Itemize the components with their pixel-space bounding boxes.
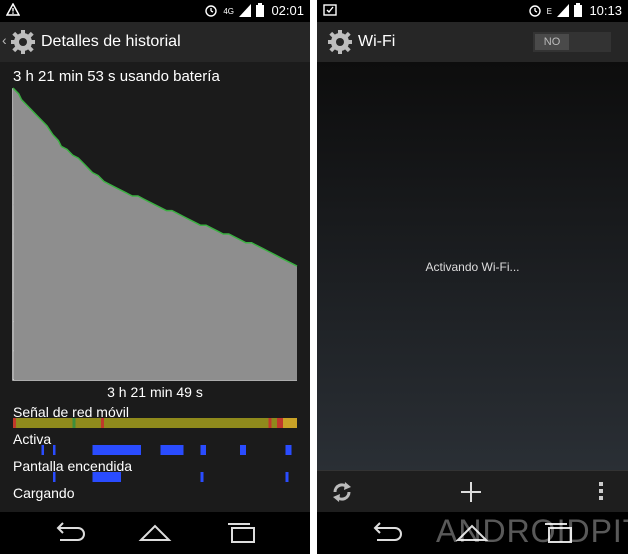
battery-usage-summary: 3 h 21 min 53 s usando batería (13, 68, 220, 85)
watermark-logo: ANDROIDPIT (436, 513, 628, 549)
wifi-bottom-toolbar (317, 470, 628, 512)
page-title: Detalles de historial (41, 33, 181, 50)
settings-gear-icon[interactable] (327, 29, 353, 55)
battery-chart (12, 87, 298, 381)
settings-gear-icon[interactable] (10, 29, 36, 55)
action-bar: Wi-Fi NO (317, 22, 628, 62)
action-bar: ‹ Detalles de historial (0, 22, 310, 62)
screen-on-bar (13, 472, 297, 482)
status-time: 02:01 (271, 3, 304, 18)
warning-icon (5, 2, 21, 19)
wifi-content: Activando Wi-Fi... (317, 62, 628, 470)
task-check-icon (323, 3, 337, 19)
wifi-toggle[interactable]: NO (533, 32, 611, 52)
wifi-toggle-label: NO (535, 34, 569, 50)
battery-icon (574, 3, 582, 20)
scan-refresh-icon[interactable] (329, 479, 355, 505)
battery-icon (256, 3, 264, 20)
back-chevron-icon[interactable]: ‹ (2, 32, 7, 48)
navigation-bar (0, 512, 310, 554)
charging-label: Cargando (13, 485, 75, 501)
network-type-label: E (546, 7, 552, 16)
alarm-icon (528, 3, 542, 20)
back-icon[interactable] (48, 520, 88, 546)
right-phone-screen: E 10:13 Wi-Fi NO Activando Wi-Fi... (317, 0, 628, 554)
chart-caption: 3 h 21 min 49 s (107, 384, 203, 400)
left-phone-screen: 4G 02:01 ‹ Detalles de historial 3 h 21 … (0, 0, 310, 554)
add-network-icon[interactable] (459, 480, 483, 504)
mobile-signal-bar (13, 418, 297, 428)
alarm-icon (204, 3, 218, 20)
recents-icon[interactable] (222, 520, 262, 546)
overflow-menu-icon[interactable] (598, 481, 604, 501)
status-bar: E 10:13 (317, 0, 628, 22)
wifi-status-message: Activando Wi-Fi... (425, 260, 520, 274)
home-icon[interactable] (135, 520, 175, 546)
status-bar: 4G 02:01 (0, 0, 310, 22)
signal-icon (557, 3, 569, 20)
back-icon[interactable] (365, 520, 405, 546)
network-type-label: 4G (223, 7, 234, 16)
page-title: Wi-Fi (358, 33, 396, 50)
status-time: 10:13 (589, 3, 622, 18)
battery-history-content: 3 h 21 min 53 s usando batería 3 h 21 mi… (0, 62, 310, 512)
active-bar (13, 445, 297, 455)
battery-level-area (13, 88, 297, 380)
signal-icon (239, 3, 251, 20)
